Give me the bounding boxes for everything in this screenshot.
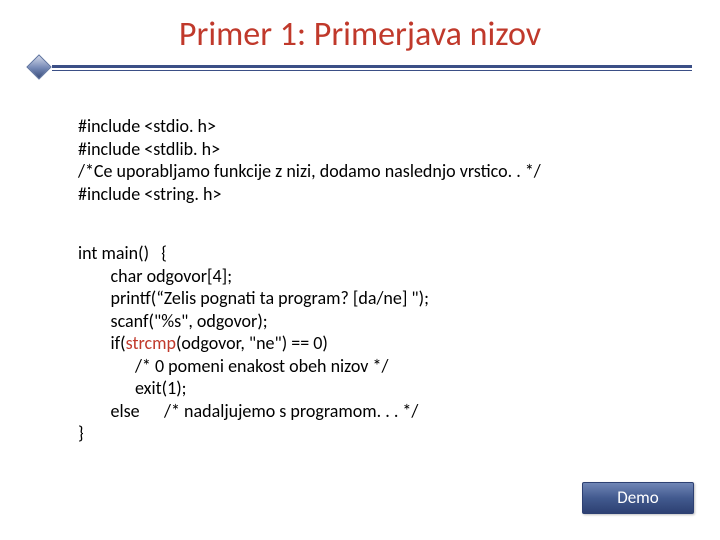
code-line: int main() { <box>78 242 167 264</box>
code-line: } <box>78 422 84 444</box>
code-line: char odgovor[4]; <box>78 265 232 287</box>
code-line: exit(1); <box>78 377 186 399</box>
code-keyword-strcmp: strcmp <box>126 332 176 354</box>
title-rule <box>30 60 692 76</box>
slide: Primer 1: Primerjava nizov #include <std… <box>0 0 720 540</box>
code-line: #include <stdlib. h> <box>78 138 220 160</box>
code-line-part: (odgovor, "ne") == 0) <box>176 332 328 354</box>
code-line: printf(“Zelis pognati ta program? [da/ne… <box>78 287 429 309</box>
code-line: #include <stdio. h> <box>78 115 216 137</box>
slide-title: Primer 1: Primerjava nizov <box>0 14 720 55</box>
code-line-part: if( <box>78 332 126 354</box>
code-line: /*Ce uporabljamo funkcije z nizi, dodamo… <box>78 160 541 182</box>
code-includes: #include <stdio. h> #include <stdlib. h>… <box>78 115 660 205</box>
diamond-bullet-icon <box>26 54 51 79</box>
horizontal-rule <box>52 65 692 71</box>
code-line: scanf("%s", odgovor); <box>78 310 268 332</box>
demo-button[interactable]: Demo <box>582 482 694 514</box>
code-line: #include <string. h> <box>78 183 221 205</box>
code-main: int main() { char odgovor[4]; printf(“Ze… <box>78 242 660 445</box>
code-line: else /* nadaljujemo s programom. . . */ <box>78 400 418 422</box>
code-line: /* 0 pomeni enakost obeh nizov */ <box>78 355 388 377</box>
